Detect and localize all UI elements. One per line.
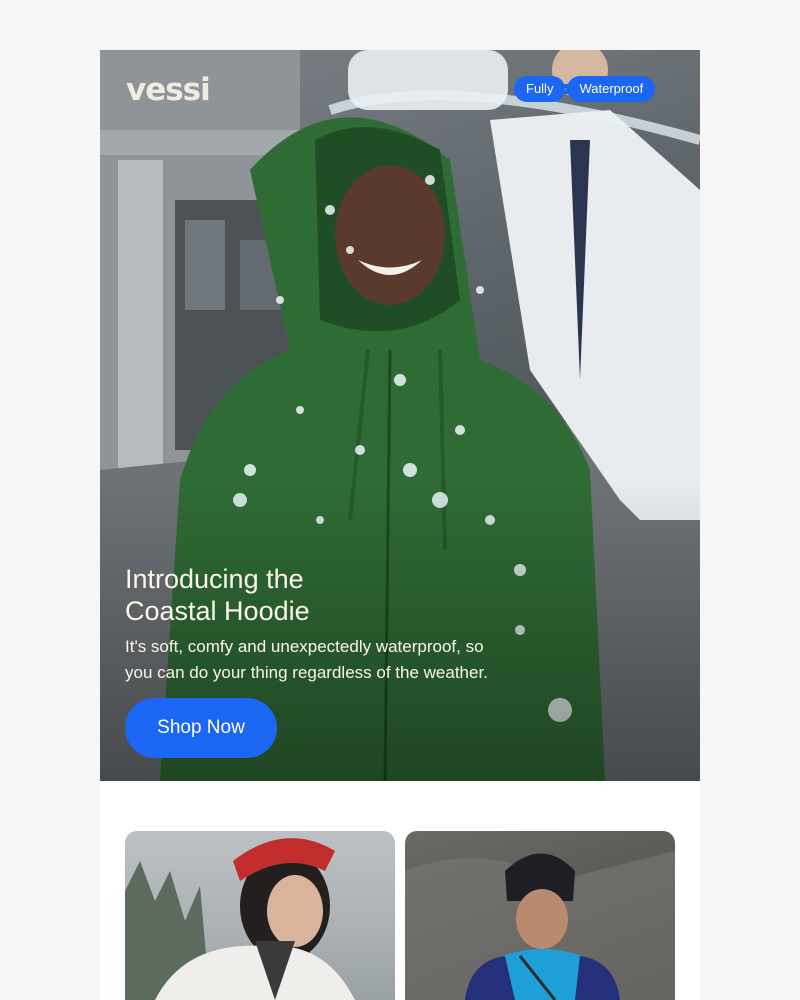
hero-subtitle: It's soft, comfy and unexpectedly waterp… xyxy=(125,634,575,686)
hero-title-line-1: Introducing the xyxy=(125,564,304,594)
product-card-woman[interactable] xyxy=(125,831,395,1000)
hero-title-line-2: Coastal Hoodie xyxy=(125,596,310,626)
email-container: vessi Fully Waterproof Introducing the C… xyxy=(100,50,700,1000)
hero-subtitle-line-2: you can do your thing regardless of the … xyxy=(125,663,488,682)
hero-banner[interactable]: vessi Fully Waterproof Introducing the C… xyxy=(100,50,700,781)
badge-fully: Fully xyxy=(514,76,566,102)
brand-logo[interactable]: vessi xyxy=(126,72,211,108)
waterproof-badge: Fully Waterproof xyxy=(514,76,656,102)
shop-now-button[interactable]: Shop Now xyxy=(125,698,277,758)
product-image-woman xyxy=(125,838,355,1000)
hero-subtitle-line-1: It's soft, comfy and unexpectedly waterp… xyxy=(125,637,484,656)
hero-title: Introducing the Coastal Hoodie xyxy=(125,563,545,627)
product-card-man[interactable] xyxy=(405,831,675,1000)
badge-waterproof: Waterproof xyxy=(567,76,656,102)
product-image-man xyxy=(405,851,675,1000)
